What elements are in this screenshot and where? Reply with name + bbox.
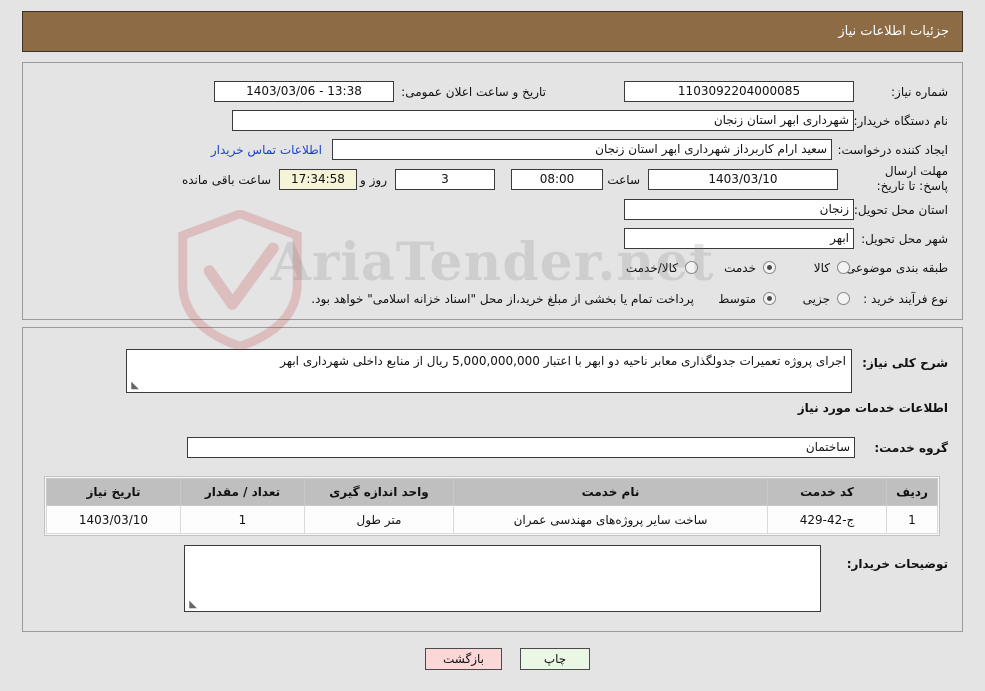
process-radio-jozei[interactable] [837,292,850,305]
description-value: اجرای پروژه تعمیرات جدولگذاری معابر ناحی… [280,354,846,368]
col-code: کد خدمت [767,478,887,506]
time-remaining-label: ساعت باقی مانده [181,173,271,187]
cell-name: ساخت سایر پروژه‌های مهندسی عمران [453,505,768,534]
col-name: نام خدمت [453,478,768,506]
col-unit: واحد اندازه گیری [304,478,454,506]
process-label-jozei: جزیی [802,292,830,306]
deadline-hour-value: 08:00 [511,169,603,190]
buyer-notes-textarea[interactable]: ◣ [184,545,821,612]
table-row: 1 ج-42-429 ساخت سایر پروژه‌های مهندسی عم… [46,505,938,534]
need-number-label: شماره نیاز: [891,85,948,99]
process-label: نوع فرآیند خرید : [863,292,948,306]
cell-unit: متر طول [304,505,454,534]
announce-label: تاریخ و ساعت اعلان عمومی: [401,85,546,99]
page-header: جزئیات اطلاعات نیاز [22,11,963,52]
category-radio-kala-khadamat[interactable] [685,261,698,274]
need-info-panel: شماره نیاز: 1103092204000085 تاریخ و ساع… [22,62,963,320]
page-title: جزئیات اطلاعات نیاز [838,24,949,39]
time-remaining-value: 17:34:58 [279,169,357,190]
cell-code: ج-42-429 [767,505,887,534]
need-number-value: 1103092204000085 [624,81,854,102]
description-label: شرح کلی نیاز: [862,356,948,370]
province-label: استان محل تحویل: [853,203,948,217]
buyer-org-label: نام دستگاه خریدار: [853,114,949,128]
category-label-khadamat: خدمت [724,261,756,275]
buyer-contact-link[interactable]: اطلاعات تماس خریدار [211,143,322,157]
service-group-label: گروه خدمت: [874,441,948,455]
description-textarea[interactable]: اجرای پروژه تعمیرات جدولگذاری معابر ناحی… [126,349,852,393]
province-value: زنجان [624,199,854,220]
buyer-notes-label: توضیحات خریدار: [846,557,948,571]
deadline-date-value: 1403/03/10 [648,169,838,190]
days-remaining-label: روز و [360,173,387,187]
cell-qty: 1 [180,505,305,534]
table-header-row: ردیف کد خدمت نام خدمت واحد اندازه گیری ت… [46,478,938,506]
creator-label: ایجاد کننده درخواست: [837,143,948,157]
days-remaining-value: 3 [395,169,495,190]
category-radio-khadamat[interactable] [763,261,776,274]
col-date: تاریخ نیاز [46,478,181,506]
cell-date: 1403/03/10 [46,505,181,534]
col-row: ردیف [886,478,938,506]
process-radio-motavasset[interactable] [763,292,776,305]
announce-value: 13:38 - 1403/03/06 [214,81,394,102]
category-radio-kala[interactable] [837,261,850,274]
cell-row: 1 [886,505,938,534]
process-label-motavasset: متوسط [718,292,756,306]
buyer-org-value: شهرداری ابهر استان زنجان [232,110,854,131]
category-label-kala: کالا [813,261,830,275]
col-qty: تعداد / مقدار [180,478,305,506]
category-label: طبقه بندی موضوعی: [841,261,948,275]
back-button[interactable]: بازگشت [425,648,502,670]
creator-value: سعید ارام کاربرداز شهرداری ابهر استان زن… [332,139,832,160]
resize-grip-icon[interactable]: ◣ [129,381,139,391]
resize-grip-icon-notes[interactable]: ◣ [187,600,197,610]
deadline-label: مهلت ارسال پاسخ: تا تاریخ: [876,164,948,193]
service-group-value: ساختمان [187,437,855,458]
print-button[interactable]: چاپ [520,648,590,670]
services-table: ردیف کد خدمت نام خدمت واحد اندازه گیری ت… [44,476,940,536]
city-value: ابهر [624,228,854,249]
city-label: شهر محل تحویل: [861,232,948,246]
services-section-title: اطلاعات خدمات مورد نیاز [797,401,948,415]
category-label-kala-khadamat: کالا/خدمت [625,261,678,275]
process-note: پرداخت تمام یا بخشی از مبلغ خرید،از محل … [311,292,694,306]
hour-label: ساعت [607,173,640,187]
